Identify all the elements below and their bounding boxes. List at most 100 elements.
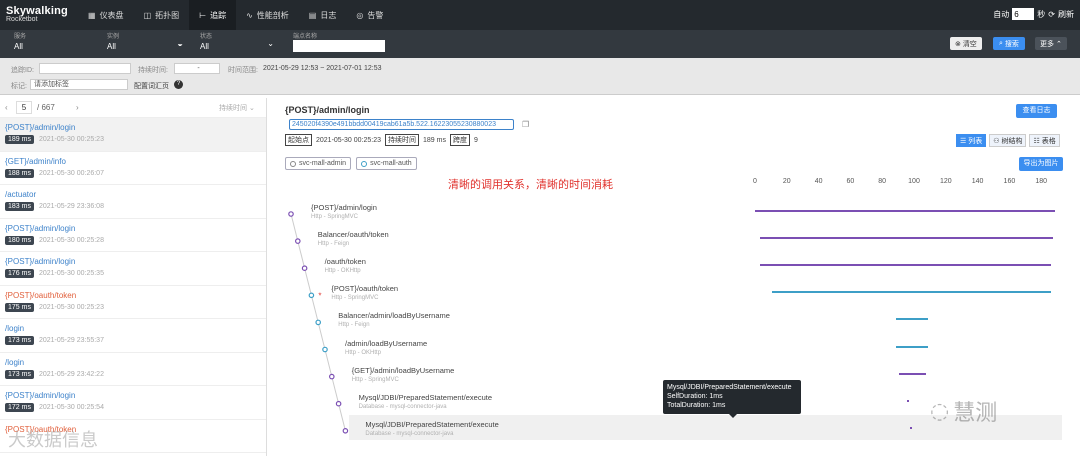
duration-input[interactable]: - — [174, 63, 220, 74]
tree-node[interactable] — [342, 427, 349, 434]
trace-rows: {POST}/admin/login 189 ms 2021-05-30 00:25… — [0, 118, 266, 453]
error-marker-icon: * — [318, 291, 321, 300]
tree-edge — [331, 376, 340, 404]
span-bar[interactable] — [899, 372, 927, 375]
nav-alarm[interactable]: ◎ 告警 — [346, 0, 393, 30]
auto-refresh: 自动 秒 ⟳ 刷新 — [993, 8, 1074, 20]
trace-row[interactable]: {POST}/oauth/token 175 ms 2021-05-30 00:25… — [0, 286, 266, 319]
duration-badge: 172 ms — [5, 403, 34, 412]
more-label: 更多 — [1040, 40, 1054, 48]
nav-profile[interactable]: ∿ 性能剖析 — [236, 0, 299, 30]
tree-node[interactable] — [288, 211, 294, 217]
trace-row[interactable]: /login 173 ms 2021-05-29 23:42:22 — [0, 353, 266, 386]
tree-node[interactable] — [335, 400, 342, 407]
span-name[interactable]: /admin/loadByUsername — [345, 339, 427, 348]
span-bar[interactable] — [755, 210, 1055, 212]
span-tooltip: Mysql/JDBI/PreparedStatement/execute Sel… — [663, 380, 801, 418]
instance-value: All — [107, 42, 116, 51]
trace-row[interactable]: {POST}/admin/login 176 ms 2021-05-30 00:25… — [0, 252, 266, 286]
span-name[interactable]: Balancer/admin/loadByUsername — [338, 311, 450, 320]
trace-time: 2021-05-29 23:42:22 — [38, 370, 104, 378]
trace-row[interactable]: {POST}/admin/login 189 ms 2021-05-30 00:25… — [0, 118, 266, 152]
span-bar[interactable] — [896, 318, 928, 321]
more-button[interactable]: 更多 ⌃ — [1035, 37, 1067, 50]
span-name[interactable]: /oauth/token — [325, 257, 366, 266]
trace-meta: 183 ms 2021-05-29 23:36:08 — [5, 202, 266, 211]
time-range-value[interactable]: 2021-05-29 12:53 ~ 2021-07-01 12:53 — [263, 65, 382, 72]
endpoint-input[interactable] — [293, 40, 385, 52]
trace-meta: 172 ms 2021-05-30 00:25:54 — [5, 403, 266, 412]
next-page-icon[interactable]: › — [76, 103, 79, 112]
span-name[interactable]: {POST}/oauth/token — [331, 284, 398, 293]
span-name[interactable]: Mysql/JDBI/PreparedStatement/execute — [359, 393, 492, 402]
trace-icon: ⊢ — [199, 10, 207, 20]
nav-label: 性能剖析 — [256, 10, 289, 20]
trace-time: 2021-05-30 00:25:23 — [38, 303, 104, 311]
page-input[interactable]: 5 — [16, 101, 32, 114]
tree-node[interactable] — [308, 292, 315, 299]
trace-meta: 176 ms 2021-05-30 00:25:35 — [5, 269, 266, 278]
span-bar[interactable] — [907, 399, 910, 402]
config-tip[interactable]: 配置词汇页 — [134, 81, 169, 91]
span-bar[interactable] — [910, 426, 913, 429]
log-icon: ▤ — [308, 10, 317, 20]
refresh-label[interactable]: 刷新 — [1058, 9, 1074, 20]
trace-row[interactable]: {GET}/admin/info 188 ms 2021-05-30 00:26:0… — [0, 152, 266, 185]
tree-node[interactable] — [322, 346, 328, 353]
span-component: Http - SpringMVC — [311, 214, 359, 220]
span-component: Http - Feign — [317, 241, 350, 248]
trace-name: /actuator — [5, 190, 37, 199]
auto-interval-input[interactable] — [1012, 8, 1035, 20]
nav-log[interactable]: ▤ 日志 — [299, 0, 347, 30]
refresh-icon[interactable]: ⟳ — [1048, 10, 1055, 19]
tree-edge — [324, 349, 333, 377]
tree-node[interactable] — [329, 373, 335, 380]
span-bar[interactable] — [759, 264, 1052, 267]
span-bar[interactable] — [759, 237, 1053, 240]
span-bar[interactable] — [896, 345, 928, 348]
span-bar[interactable] — [772, 291, 1052, 294]
endpoint-label: 端点名称 — [293, 34, 318, 40]
instance-select[interactable]: 实例 All ⌄ — [107, 31, 183, 55]
trace-id-input[interactable] — [39, 63, 131, 74]
watermark-left: 大数据信息 — [8, 426, 98, 452]
duration-badge: 175 ms — [5, 302, 34, 312]
tree-node[interactable] — [315, 319, 322, 326]
trace-name: {POST}/admin/login — [5, 257, 76, 266]
top-navbar: Skywalking Rocketbot ▦ 仪表盘 ◫ 拓扑图 ⊢ 追踪 ∿ 性能剖析… — [0, 0, 1080, 30]
span-name[interactable]: Balancer/oauth/token — [318, 230, 389, 239]
profile-icon: ∿ — [246, 10, 253, 20]
sort-select[interactable]: 持续时间 ⌄ — [219, 103, 255, 113]
status-label: 状态 — [200, 34, 213, 40]
clear-button[interactable]: ⊗ 清空 — [950, 37, 982, 50]
tooltip-name: Mysql/JDBI/PreparedStatement/execute — [667, 384, 792, 391]
nav-dashboard[interactable]: ▦ 仪表盘 — [78, 0, 134, 30]
span-component: Http - OKHttp — [324, 268, 361, 275]
span-name[interactable]: Mysql/JDBI/PreparedStatement/execute — [365, 420, 498, 429]
search-button[interactable]: ⌕ 搜索 — [993, 37, 1025, 50]
nav-trace[interactable]: ⊢ 追踪 — [189, 0, 237, 30]
span-name[interactable]: {GET}/admin/loadByUsername — [352, 366, 455, 375]
prev-page-icon[interactable]: ‹ — [5, 103, 8, 112]
nav-topology[interactable]: ◫ 拓扑图 — [134, 0, 190, 30]
watermark-text: 大数据信息 — [8, 430, 98, 451]
status-select[interactable]: 状态 All ⌄ — [200, 31, 274, 55]
tree-edge — [338, 403, 346, 431]
help-icon[interactable]: ? — [174, 80, 183, 89]
trace-row[interactable]: {POST}/admin/login 172 ms 2021-05-30 00:25… — [0, 386, 266, 420]
tags-input[interactable]: 请添加标签 — [30, 79, 128, 90]
clear-label: 清空 — [962, 40, 977, 48]
tree-node[interactable] — [294, 238, 301, 244]
trace-meta: 173 ms 2021-05-29 23:42:22 — [5, 369, 266, 379]
trace-row[interactable]: /actuator 183 ms 2021-05-29 23:36:08 — [0, 185, 266, 219]
app-logo[interactable]: Skywalking Rocketbot — [6, 5, 68, 23]
tree-edge — [304, 268, 312, 296]
dashboard-icon: ▦ — [88, 10, 96, 20]
pagination: ‹ 5 / 667 › 持续时间 ⌄ — [0, 98, 266, 118]
duration-badge: 176 ms — [5, 269, 34, 278]
tree-node[interactable] — [301, 265, 308, 272]
trace-row[interactable]: {POST}/admin/login 180 ms 2021-05-30 00:25… — [0, 219, 266, 252]
span-name[interactable]: {POST}/admin/login — [311, 203, 377, 212]
trace-row[interactable]: /login 173 ms 2021-05-29 23:55:37 — [0, 319, 266, 353]
duration-badge: 173 ms — [5, 369, 34, 379]
